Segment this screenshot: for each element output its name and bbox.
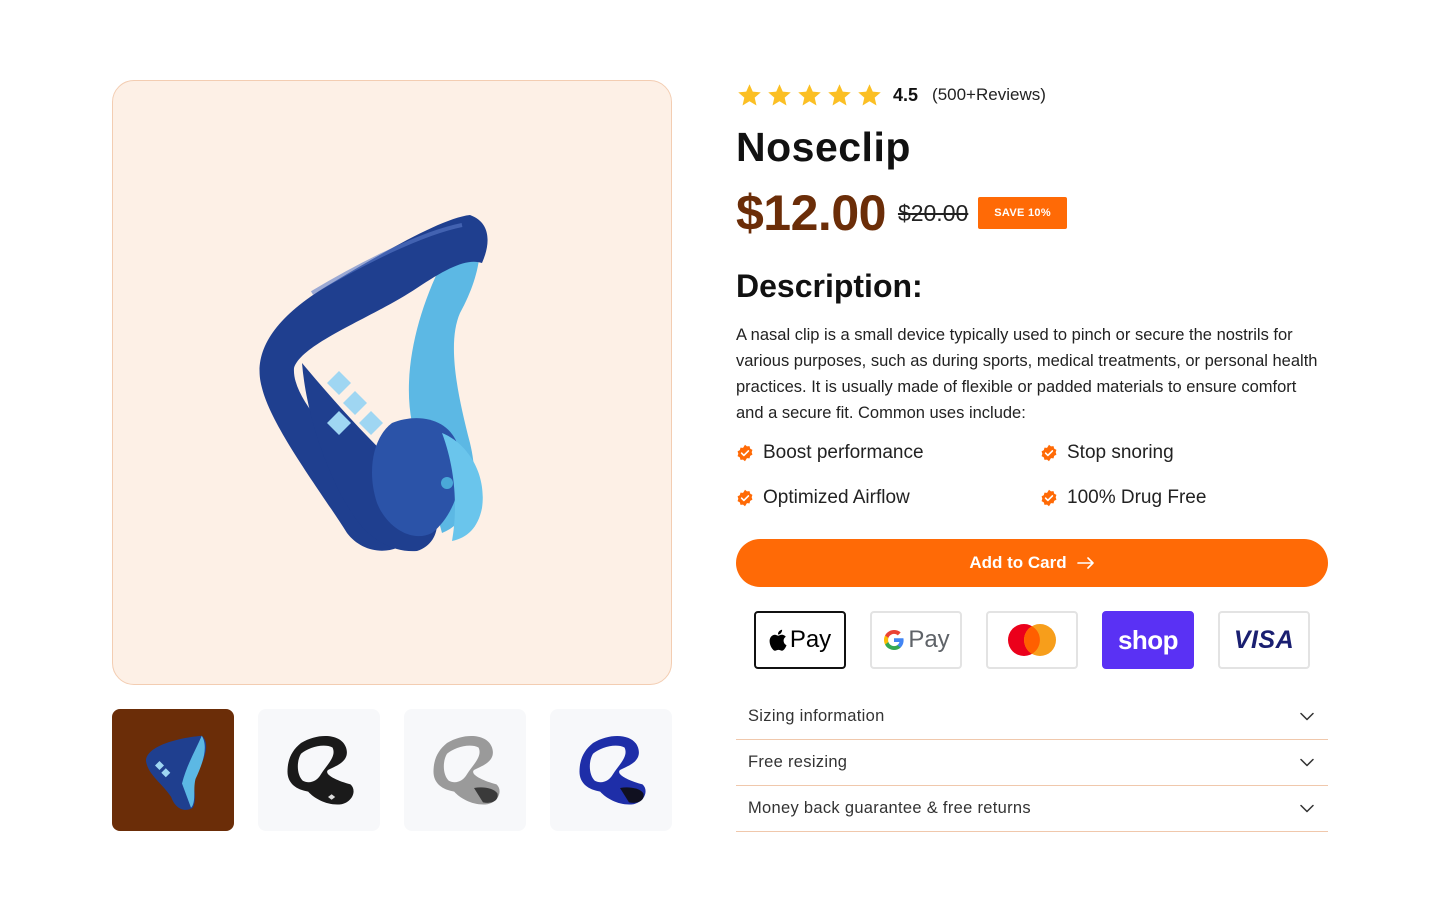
description-text: A nasal clip is a small device typically… xyxy=(736,326,1318,422)
accordion-label: Money back guarantee & free returns xyxy=(748,799,1031,817)
arrow-right-icon xyxy=(1076,557,1094,569)
thumbnail-black[interactable] xyxy=(258,709,380,831)
visa-badge: VISA xyxy=(1218,611,1310,669)
feature-item: 100% Drug Free xyxy=(1040,487,1206,509)
visa-text: VISA xyxy=(1233,625,1295,654)
current-price: $12.00 xyxy=(736,185,886,241)
star-icon xyxy=(738,83,761,106)
noseclip-gray-icon xyxy=(433,735,500,805)
verified-badge-icon xyxy=(737,489,753,507)
feature-list: Boost performance Stop snoring Optimized… xyxy=(736,442,1328,532)
noseclip-navy-icon xyxy=(579,735,646,805)
add-to-cart-button[interactable]: Add to Card xyxy=(736,539,1328,587)
chevron-down-icon xyxy=(1300,712,1314,721)
thumbnail-navy[interactable] xyxy=(550,709,672,831)
chevron-down-icon xyxy=(1300,804,1314,813)
feature-label: Boost performance xyxy=(763,442,924,463)
star-icon xyxy=(828,83,851,106)
noseclip-black-icon xyxy=(287,735,354,805)
noseclip-blue-icon xyxy=(146,735,207,810)
noseclip-image xyxy=(259,214,488,551)
review-count-link[interactable]: (500+Reviews) xyxy=(932,85,1046,105)
discount-badge: SAVE 10% xyxy=(978,197,1067,229)
star-icon xyxy=(798,83,821,106)
verified-badge-icon xyxy=(1041,489,1057,507)
apple-icon xyxy=(769,629,787,651)
feature-item: Optimized Airflow xyxy=(736,487,910,509)
apple-pay-text: Pay xyxy=(789,626,832,653)
star-icon xyxy=(858,83,881,106)
feature-item: Stop snoring xyxy=(1040,442,1174,464)
star-icon xyxy=(768,83,791,106)
accordion-label: Sizing information xyxy=(748,707,885,725)
shop-pay-text: shop xyxy=(1117,624,1179,655)
thumbnail-gray[interactable] xyxy=(404,709,526,831)
add-to-cart-label: Add to Card xyxy=(969,553,1067,572)
mastercard-badge xyxy=(986,611,1078,669)
google-pay-badge: Pay xyxy=(870,611,962,669)
google-g-icon xyxy=(884,630,904,650)
star-rating xyxy=(736,82,883,109)
accordion-guarantee[interactable]: Money back guarantee & free returns xyxy=(736,786,1328,832)
feature-item: Boost performance xyxy=(736,442,924,464)
rating-value: 4.5 xyxy=(893,84,919,105)
verified-badge-icon xyxy=(1041,444,1057,462)
product-main-image xyxy=(112,80,672,685)
apple-pay-badge: Pay xyxy=(754,611,846,669)
info-accordion: Sizing information Free resizing Money b… xyxy=(736,694,1328,832)
original-price: $20.00 xyxy=(897,199,969,226)
shop-pay-badge: shop xyxy=(1102,611,1194,669)
verified-badge-icon xyxy=(737,444,753,462)
price-row: $12.00 $20.00 SAVE 10% xyxy=(736,184,1067,242)
payment-methods: Pay Pay shop VISA xyxy=(754,611,1310,669)
accordion-label: Free resizing xyxy=(748,753,848,771)
accordion-sizing[interactable]: Sizing information xyxy=(736,694,1328,740)
feature-label: 100% Drug Free xyxy=(1067,487,1207,508)
feature-label: Optimized Airflow xyxy=(763,487,910,508)
google-pay-text: Pay xyxy=(908,626,950,653)
description-heading: Description: xyxy=(736,268,923,304)
product-title: Noseclip xyxy=(736,124,911,170)
chevron-down-icon xyxy=(1300,758,1314,767)
feature-label: Stop snoring xyxy=(1067,442,1174,463)
thumbnail-strip xyxy=(112,709,672,831)
mastercard-icon xyxy=(1008,624,1056,656)
accordion-resizing[interactable]: Free resizing xyxy=(736,740,1328,786)
thumbnail-blue[interactable] xyxy=(112,709,234,831)
rating-row: 4.5 (500+Reviews) xyxy=(736,80,1046,110)
